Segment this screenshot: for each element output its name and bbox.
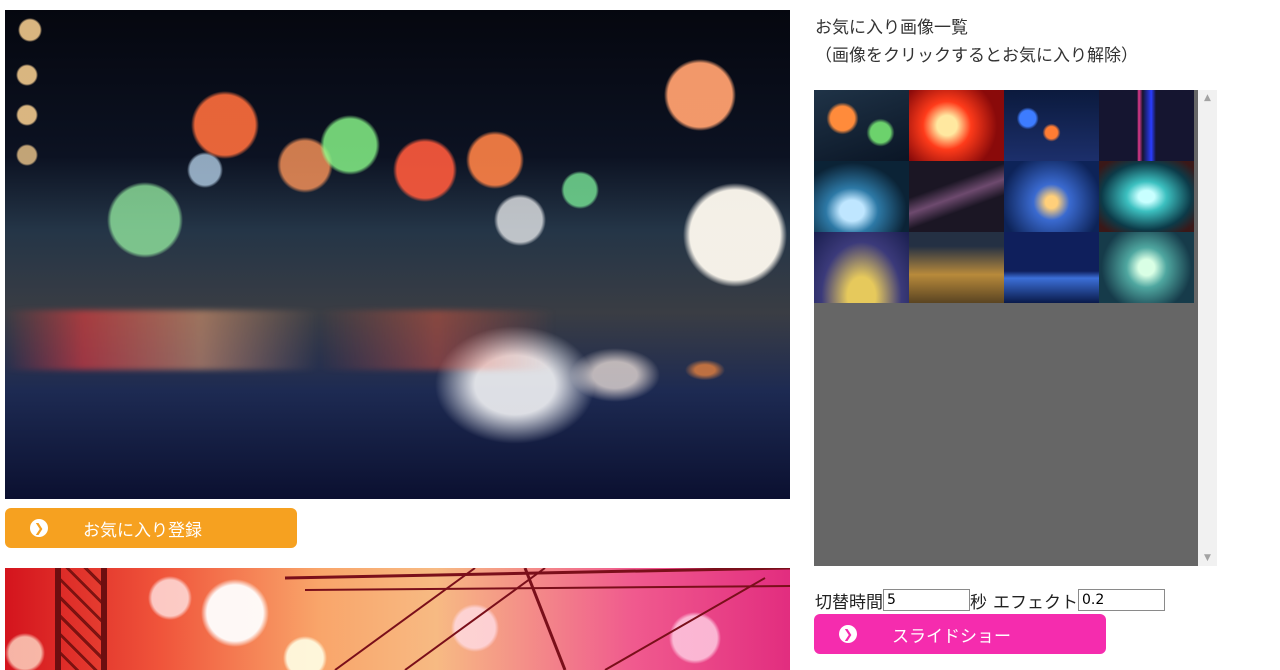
slideshow-label: スライドショー	[892, 626, 1011, 647]
favorites-heading: お気に入り画像一覧 （画像をクリックするとお気に入り解除）	[815, 14, 1138, 70]
favorites-grid	[814, 90, 1196, 303]
main-photo-night-street	[5, 10, 790, 499]
favorites-hint: （画像をクリックするとお気に入り解除）	[815, 46, 1138, 66]
add-favorite-button[interactable]: ❯ お気に入り登録	[5, 508, 297, 548]
chevron-right-circle-icon: ❯	[30, 519, 48, 537]
favorite-thumbnail[interactable]	[1004, 90, 1099, 161]
favorite-thumbnail[interactable]	[909, 232, 1004, 303]
favorite-thumbnail[interactable]	[1099, 232, 1194, 303]
main-photo-power-lines	[5, 568, 790, 670]
favorites-panel[interactable]: ▲ ▼	[814, 90, 1217, 566]
switch-time-label: 切替時間	[815, 592, 883, 613]
favorite-thumbnail[interactable]	[814, 90, 909, 161]
scroll-down-arrow-icon[interactable]: ▼	[1198, 550, 1217, 566]
scroll-up-arrow-icon[interactable]: ▲	[1198, 90, 1217, 106]
add-favorite-label: お気に入り登録	[83, 520, 202, 541]
favorite-thumbnail[interactable]	[909, 161, 1004, 232]
effect-input[interactable]	[1078, 589, 1165, 611]
favorite-thumbnail[interactable]	[1099, 161, 1194, 232]
favorite-thumbnail[interactable]	[1004, 161, 1099, 232]
slideshow-button[interactable]: ❯ スライドショー	[814, 614, 1106, 654]
power-wires	[284, 568, 790, 670]
chevron-right-circle-icon: ❯	[839, 625, 857, 643]
seconds-unit-label: 秒	[970, 592, 987, 613]
effect-label: エフェクト	[993, 592, 1078, 613]
favorites-scrollbar[interactable]: ▲ ▼	[1198, 90, 1217, 566]
favorite-thumbnail[interactable]	[814, 161, 909, 232]
favorite-thumbnail[interactable]	[909, 90, 1004, 161]
switch-time-input[interactable]	[883, 589, 970, 611]
favorites-title: お気に入り画像一覧	[815, 18, 968, 38]
favorite-thumbnail[interactable]	[1004, 232, 1099, 303]
slideshow-controls: 切替時間 秒 エフェクト	[815, 587, 1165, 613]
favorite-thumbnail[interactable]	[1099, 90, 1194, 161]
favorite-thumbnail[interactable]	[814, 232, 909, 303]
